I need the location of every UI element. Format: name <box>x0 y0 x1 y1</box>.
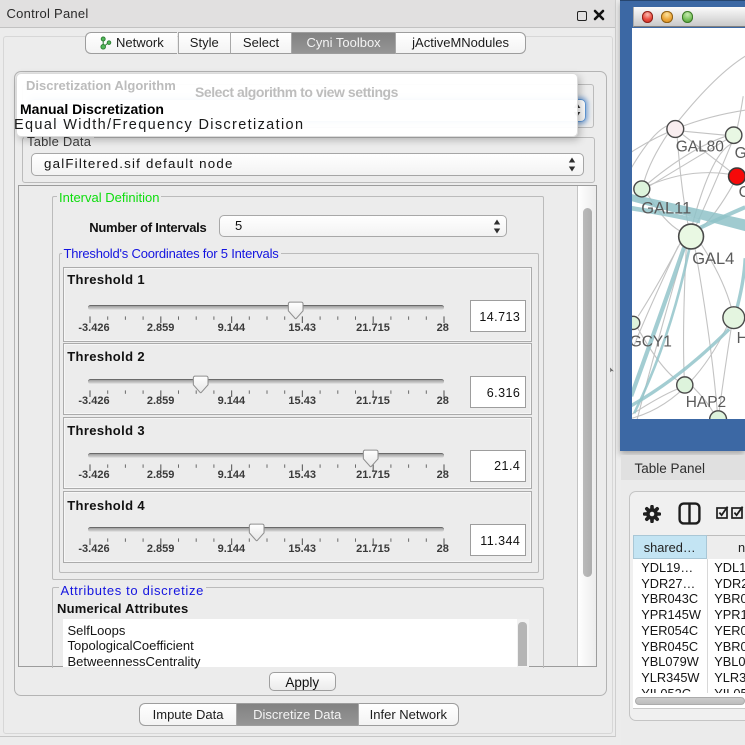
svg-text:HAP2: HAP2 <box>685 394 725 411</box>
svg-text:GCY1: GCY1 <box>632 333 672 350</box>
svg-text:HA: HA <box>736 330 744 347</box>
svg-text:GA: GA <box>734 145 744 162</box>
svg-text:GAL11: GAL11 <box>641 199 691 217</box>
svg-text:CA: CA <box>738 184 744 201</box>
svg-text:GAL4: GAL4 <box>692 250 734 268</box>
svg-text:GAL80: GAL80 <box>675 138 723 155</box>
